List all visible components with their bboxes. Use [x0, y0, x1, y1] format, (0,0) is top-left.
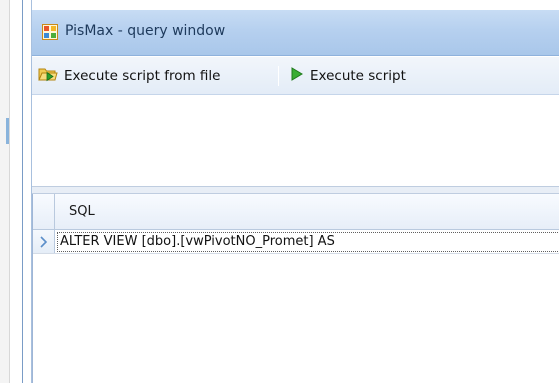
title-bar[interactable]: PisMax - query window [32, 10, 559, 56]
left-panel-edge [0, 0, 10, 383]
play-icon [290, 66, 304, 86]
desktop: PisMax - query window Execute script fro… [0, 0, 559, 383]
execute-script-label: Execute script [310, 68, 406, 84]
row-header-corner[interactable] [33, 194, 55, 230]
row-pointer-icon [40, 236, 48, 248]
script-editor[interactable] [32, 96, 559, 186]
window-title: PisMax - query window [65, 23, 226, 39]
results-grid: SQL ALTER VIEW [dbo].[vwPivotNO_Promet] … [32, 194, 559, 383]
toolbar-separator [278, 66, 279, 86]
table-row[interactable]: ALTER VIEW [dbo].[vwPivotNO_Promet] AS [33, 230, 559, 254]
query-window: PisMax - query window Execute script fro… [22, 0, 559, 383]
folder-play-icon [38, 66, 58, 86]
sql-cell[interactable]: ALTER VIEW [dbo].[vwPivotNO_Promet] AS [57, 232, 559, 252]
left-panel-marker [6, 118, 9, 144]
execute-script-button[interactable]: Execute script [290, 64, 406, 88]
execute-script-from-file-button[interactable]: Execute script from file [38, 64, 220, 88]
row-selector[interactable] [33, 230, 55, 253]
window-frame: PisMax - query window Execute script fro… [31, 0, 559, 383]
grid-header: SQL [33, 194, 559, 230]
column-header-sql[interactable]: SQL [55, 194, 95, 230]
execute-script-from-file-label: Execute script from file [64, 68, 221, 84]
toolbar: Execute script from file Execute script [32, 57, 559, 95]
app-grid-icon [42, 24, 58, 40]
panel-splitter[interactable] [32, 186, 559, 194]
